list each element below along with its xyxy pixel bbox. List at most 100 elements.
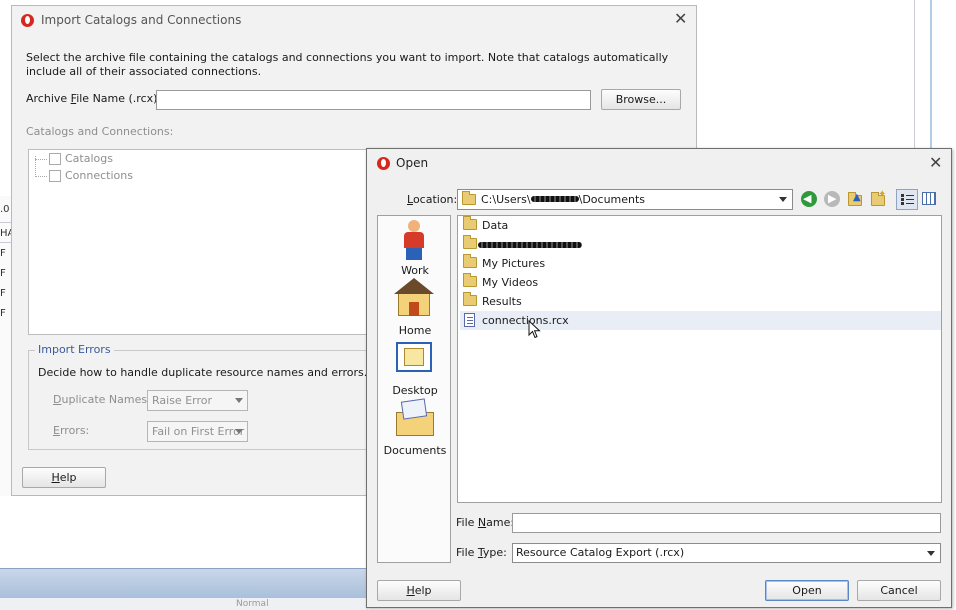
list-item[interactable]: Data — [460, 216, 941, 235]
ide-tick: F — [0, 308, 6, 319]
connections-checkbox[interactable] — [49, 170, 61, 182]
catalog-tree[interactable]: Catalogs Connections — [28, 149, 378, 335]
duplicate-names-select[interactable]: Raise Error — [147, 390, 248, 411]
archive-file-input[interactable] — [156, 90, 591, 110]
duplicate-names-label: Duplicate Names: — [53, 393, 151, 406]
note-icon — [404, 348, 424, 366]
close-icon[interactable]: ✕ — [929, 149, 942, 177]
chevron-down-icon — [779, 197, 787, 202]
file-type-select[interactable]: Resource Catalog Export (.rcx) — [512, 543, 941, 563]
place-documents[interactable]: Documents — [378, 398, 452, 458]
place-home[interactable]: Home — [378, 278, 452, 338]
style-combo[interactable]: Normal — [236, 598, 269, 610]
ide-panel-bar — [0, 568, 368, 598]
tree-item-catalogs[interactable]: Catalogs — [65, 152, 113, 165]
folder-up-icon[interactable]: ▲ — [847, 192, 863, 208]
redacted-scribble — [478, 242, 582, 248]
new-folder-icon[interactable]: ✦ — [870, 189, 886, 208]
list-view-icon[interactable] — [896, 189, 918, 210]
place-work[interactable]: Work — [378, 218, 452, 278]
ide-tick: F — [0, 268, 6, 279]
ide-divider — [914, 0, 915, 152]
file-name: My Pictures — [482, 257, 546, 270]
errors-label-rest: rrors: — [59, 424, 90, 437]
folder-icon — [463, 292, 477, 306]
ide-grid-line — [0, 222, 11, 223]
import-errors-legend: Import Errors — [35, 343, 114, 356]
list-bullets — [901, 194, 904, 197]
errors-label: Errors: — [53, 424, 89, 437]
person-head — [408, 220, 420, 232]
place-desktop[interactable]: Desktop — [378, 338, 452, 398]
door-icon — [409, 302, 419, 316]
import-help-button[interactable]: Help — [22, 467, 106, 488]
ide-tick: F — [0, 288, 6, 299]
mouse-cursor-icon — [528, 320, 541, 339]
file-name: Results — [482, 295, 522, 308]
ide-toolbar: Normal — [0, 598, 368, 610]
list-item[interactable]: Results — [460, 292, 941, 311]
list-item[interactable]: My Videos — [460, 273, 941, 292]
location-path-part: \Documents — [578, 193, 646, 206]
document-sheet-icon — [400, 398, 428, 420]
app-icon — [377, 157, 390, 170]
file-icon — [464, 313, 475, 327]
place-label: Documents — [383, 444, 447, 457]
errors-select[interactable]: Fail on First Error — [147, 421, 248, 442]
folder-icon — [462, 191, 476, 205]
file-name: connections.rcx — [482, 314, 569, 327]
tree-item-connections[interactable]: Connections — [65, 169, 133, 182]
tree-line — [35, 159, 47, 160]
folder-icon — [463, 254, 477, 268]
ide-background-right — [696, 0, 956, 152]
tree-line — [35, 176, 47, 177]
location-path-part: C:\Users\ — [481, 193, 531, 206]
file-name: Data — [482, 219, 509, 232]
import-errors-description: Decide how to handle duplicate resource … — [38, 366, 368, 379]
ide-background-left — [0, 196, 11, 496]
catalogs-checkbox[interactable] — [49, 153, 61, 165]
help-mnemonic: H — [51, 471, 60, 484]
person-body — [404, 232, 424, 248]
close-icon[interactable]: ✕ — [674, 5, 687, 33]
location-label: Location: — [407, 193, 457, 206]
forward-arrow-icon[interactable]: ▶ — [824, 191, 840, 207]
errors-value: Fail on First Error — [152, 425, 245, 438]
filename-label-part: File — [456, 516, 478, 529]
chevron-down-icon — [235, 398, 243, 403]
ide-tick: .0 — [0, 204, 10, 215]
import-errors-group: Import Errors Decide how to handle dupli… — [28, 343, 384, 450]
open-dialog-titlebar: Open ✕ — [367, 149, 951, 177]
ide-grid-line — [0, 242, 11, 243]
list-item[interactable] — [460, 235, 941, 254]
browse-button[interactable]: Browse... — [601, 89, 681, 110]
place-label: Home — [398, 324, 432, 337]
place-label: Work — [401, 264, 429, 277]
chevron-down-icon — [235, 429, 243, 434]
import-dialog-titlebar: Import Catalogs and Connections ✕ — [12, 6, 696, 34]
archive-label-part: Archive — [26, 92, 71, 105]
filename-label-part: ame: — [486, 516, 515, 529]
location-combo[interactable]: C:\Users\ \Documents — [457, 189, 793, 210]
folder-icon — [463, 235, 477, 249]
cancel-button[interactable]: Cancel — [857, 580, 941, 601]
chevron-down-icon — [927, 551, 935, 556]
list-item[interactable]: My Pictures — [460, 254, 941, 273]
open-dialog-title: Open — [396, 156, 429, 170]
places-bar: Work Home Desktop Documents — [377, 215, 451, 563]
open-help-button[interactable]: Help — [377, 580, 461, 601]
file-name-label: File Name: — [456, 516, 514, 529]
open-button[interactable]: Open — [765, 580, 849, 601]
file-list[interactable]: Data My Pictures My Videos Results conne… — [457, 215, 942, 503]
details-view-icon[interactable] — [922, 192, 936, 205]
file-name: My Videos — [482, 276, 539, 289]
person-legs — [406, 248, 422, 260]
roof-icon — [394, 278, 434, 294]
duplicate-label-rest: uplicate Names: — [61, 393, 151, 406]
back-arrow-icon[interactable]: ◀ — [801, 191, 817, 207]
folder-icon — [463, 273, 477, 287]
help-label-rest: elp — [414, 584, 432, 597]
file-type-label: File Type: — [456, 546, 507, 559]
file-name-input[interactable] — [512, 513, 941, 533]
import-dialog-title: Import Catalogs and Connections — [41, 13, 242, 27]
